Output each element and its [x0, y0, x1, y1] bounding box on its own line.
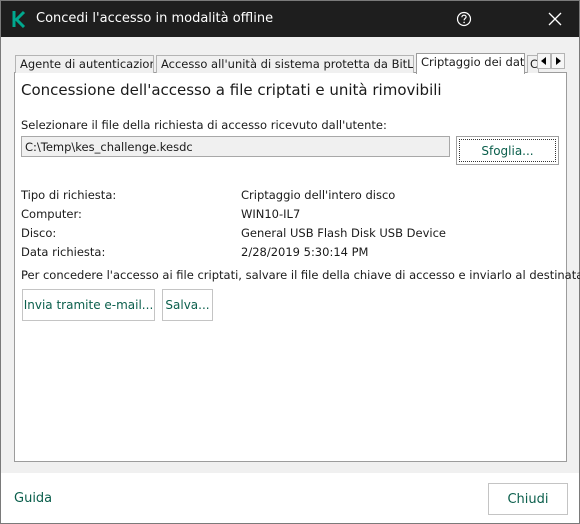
tab-data-encryption[interactable]: Criptaggio dei dati	[416, 53, 525, 74]
computer-value: WIN10-IL7	[241, 207, 301, 221]
disk-label: Disco:	[21, 226, 57, 240]
send-email-button[interactable]: Invia tramite e-mail...	[22, 289, 155, 321]
tab-scroll-right-button[interactable]	[551, 53, 565, 69]
kaspersky-k-logo	[12, 10, 26, 29]
save-button[interactable]: Salva...	[162, 289, 213, 321]
request-date-value: 2/28/2019 5:30:14 PM	[241, 245, 369, 259]
tab-bitlocker-access[interactable]: Accesso all'unità di sistema protetta da…	[156, 55, 414, 73]
section-heading: Concessione dell'accesso a file criptati…	[21, 81, 442, 99]
computer-label: Computer:	[21, 207, 82, 221]
close-window-button[interactable]	[533, 1, 577, 37]
help-link[interactable]: Guida	[14, 491, 52, 506]
tab-scroll-left-button[interactable]	[537, 53, 551, 69]
close-button[interactable]: Chiudi	[488, 483, 568, 515]
window-title: Concedi l'accesso in modalità offline	[36, 11, 274, 26]
close-icon	[548, 12, 562, 26]
request-file-path-field[interactable]: C:\Temp\kes_challenge.kesdc	[21, 136, 450, 157]
chevron-right-icon	[556, 57, 561, 65]
request-date-label: Data richiesta:	[21, 245, 106, 259]
chevron-left-icon	[541, 57, 546, 65]
instruction-text: Per concedere l'accesso ai file criptati…	[21, 268, 580, 282]
tab-authentication-agent[interactable]: Agente di autenticazione	[15, 55, 154, 73]
help-icon	[456, 11, 472, 27]
browse-button[interactable]: Sfoglia...	[456, 136, 559, 165]
help-button[interactable]	[442, 1, 486, 37]
select-file-label: Selezionare il file della richiesta di a…	[21, 118, 387, 132]
request-type-label: Tipo di richiesta:	[21, 188, 117, 202]
disk-value: General USB Flash Disk USB Device	[241, 226, 446, 240]
dialog-window: Concedi l'accesso in modalità offline Ag…	[0, 0, 580, 524]
request-type-value: Criptaggio dell'intero disco	[241, 188, 396, 202]
title-bar: Concedi l'accesso in modalità offline	[1, 1, 579, 37]
